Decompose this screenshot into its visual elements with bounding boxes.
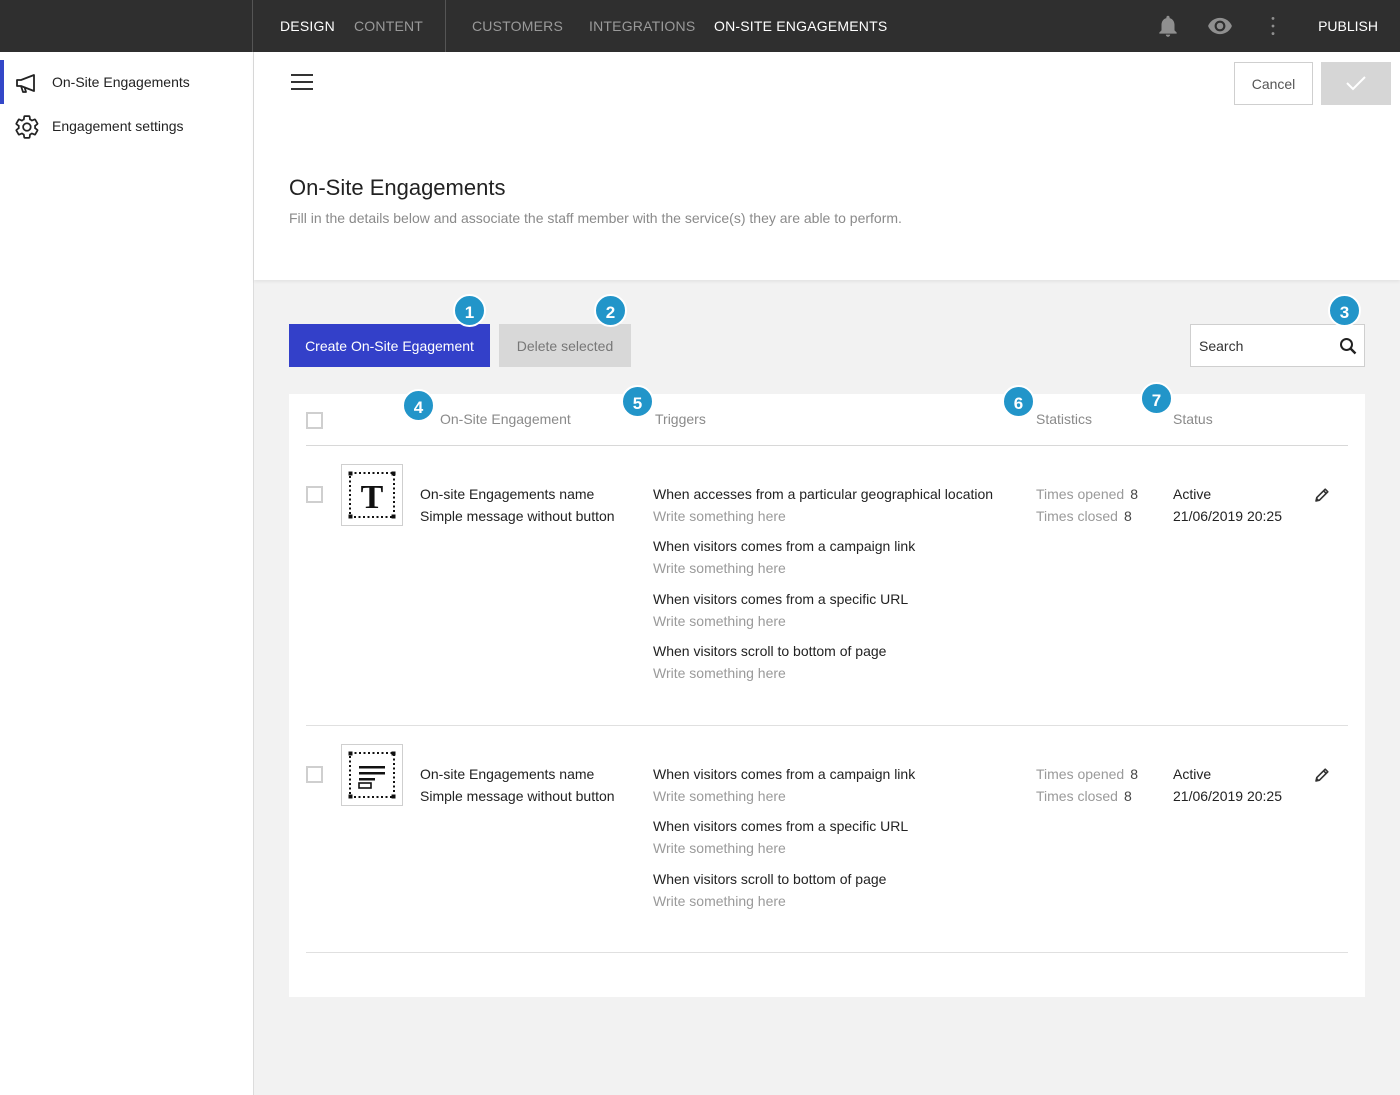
- column-header-status: Status: [1173, 411, 1213, 427]
- trigger-note: Write something here: [653, 788, 786, 804]
- confirm-button[interactable]: [1321, 62, 1391, 105]
- column-header-engagement: On-Site Engagement: [440, 411, 571, 427]
- trigger-title: When visitors comes from a specific URL: [653, 591, 909, 607]
- svg-text:T: T: [361, 479, 384, 516]
- eye-icon[interactable]: [1207, 13, 1233, 39]
- status-label: Active: [1173, 766, 1212, 782]
- trigger-item: When accesses from a particular geograph…: [653, 483, 993, 527]
- trigger-title: When visitors comes from a campaign link: [653, 538, 916, 554]
- status: Active 21/06/2019 20:25: [1173, 483, 1282, 527]
- bell-icon[interactable]: [1155, 13, 1181, 39]
- engagement-title: On-site Engagements name: [420, 486, 595, 502]
- times-opened-value: 8: [1130, 766, 1138, 782]
- delete-selected-button[interactable]: Delete selected: [499, 324, 631, 367]
- trigger-note: Write something here: [653, 508, 786, 524]
- statistics: Times opened 8 Times closed 8: [1036, 763, 1138, 807]
- trigger-item: When visitors scroll to bottom of page W…: [653, 640, 886, 684]
- engagement-title: On-site Engagements name: [420, 766, 595, 782]
- trigger-item: When visitors comes from a campaign link…: [653, 535, 915, 579]
- sidebar-item-label: On-Site Engagements: [52, 74, 190, 90]
- cancel-button[interactable]: Cancel: [1234, 62, 1313, 105]
- nav-separator: [445, 0, 446, 52]
- trigger-item: When visitors comes from a specific URL …: [653, 588, 908, 632]
- annotation-badge-4: 4: [402, 389, 435, 422]
- text-block-icon: T: [341, 464, 403, 526]
- page-header: Cancel On-Site Engagements Fill in the d…: [254, 52, 1400, 280]
- times-opened-value: 8: [1130, 486, 1138, 502]
- column-header-triggers: Triggers: [655, 411, 706, 427]
- column-header-statistics: Statistics: [1036, 411, 1093, 427]
- nav-integrations[interactable]: INTEGRATIONS: [589, 0, 695, 52]
- annotation-badge-2: 2: [594, 294, 627, 327]
- header-divider: [306, 445, 1348, 446]
- trigger-item: When visitors comes from a campaign link…: [653, 763, 915, 807]
- times-opened-label: Times opened: [1036, 766, 1125, 782]
- top-navigation-bar: DESIGN CONTENT CUSTOMERS INTEGRATIONS ON…: [0, 0, 1400, 52]
- nav-content[interactable]: CONTENT: [354, 0, 423, 52]
- pencil-icon[interactable]: [1313, 486, 1331, 504]
- times-closed-label: Times closed: [1036, 508, 1118, 524]
- sidebar-item-engagement-settings[interactable]: Engagement settings: [0, 96, 253, 140]
- status-date: 21/06/2019 20:25: [1173, 508, 1282, 524]
- trigger-note: Write something here: [653, 840, 786, 856]
- gear-icon: [15, 115, 39, 139]
- status-label: Active: [1173, 486, 1212, 502]
- trigger-note: Write something here: [653, 665, 786, 681]
- times-opened-label: Times opened: [1036, 486, 1125, 502]
- pencil-icon[interactable]: [1313, 766, 1331, 784]
- annotation-badge-3: 3: [1328, 294, 1361, 327]
- row-checkbox[interactable]: [306, 486, 323, 503]
- row-divider: [306, 952, 1348, 953]
- engagement-subtitle: Simple message without button: [420, 508, 615, 524]
- more-vertical-icon[interactable]: [1260, 13, 1286, 39]
- sidebar-item-on-site-engagements[interactable]: On-Site Engagements: [0, 52, 253, 104]
- topbar-logo-area: [0, 0, 253, 52]
- publish-button[interactable]: PUBLISH: [1318, 0, 1378, 52]
- search-icon[interactable]: [1339, 337, 1357, 355]
- trigger-title: When visitors comes from a campaign link: [653, 766, 916, 782]
- engagements-table: On-Site Engagement Triggers Statistics S…: [289, 394, 1365, 997]
- annotation-badge-7: 7: [1140, 382, 1173, 415]
- trigger-title: When accesses from a particular geograph…: [653, 486, 994, 502]
- nav-design[interactable]: DESIGN: [280, 0, 335, 52]
- create-engagement-button[interactable]: Create On-Site Egagement: [289, 324, 490, 367]
- trigger-note: Write something here: [653, 560, 786, 576]
- megaphone-icon: [16, 74, 35, 93]
- page-title: On-Site Engagements: [289, 175, 506, 200]
- trigger-note: Write something here: [653, 893, 786, 909]
- engagement-name: On-site Engagements name Simple message …: [420, 483, 615, 527]
- trigger-title: When visitors comes from a specific URL: [653, 818, 909, 834]
- times-closed-label: Times closed: [1036, 788, 1118, 804]
- trigger-item: When visitors comes from a specific URL …: [653, 815, 908, 859]
- menu-icon[interactable]: [291, 74, 313, 92]
- text-lines-icon: [341, 744, 403, 806]
- sidebar: On-Site Engagements Engagement settings: [0, 52, 254, 1095]
- trigger-note: Write something here: [653, 613, 786, 629]
- select-all-checkbox[interactable]: [306, 412, 323, 429]
- check-icon: [1346, 76, 1366, 91]
- annotation-badge-5: 5: [621, 385, 654, 418]
- sidebar-item-label: Engagement settings: [52, 118, 184, 134]
- trigger-title: When visitors scroll to bottom of page: [653, 643, 887, 659]
- nav-customers[interactable]: CUSTOMERS: [472, 0, 563, 52]
- nav-on-site-engagements[interactable]: ON-SITE ENGAGEMENTS: [714, 0, 887, 52]
- status: Active 21/06/2019 20:25: [1173, 763, 1282, 807]
- search-box[interactable]: [1190, 324, 1365, 367]
- times-closed-value: 8: [1123, 508, 1132, 524]
- trigger-item: When visitors scroll to bottom of page W…: [653, 868, 886, 912]
- search-input[interactable]: [1199, 335, 1329, 357]
- status-date: 21/06/2019 20:25: [1173, 788, 1282, 804]
- times-closed-value: 8: [1123, 788, 1132, 804]
- row-checkbox[interactable]: [306, 766, 323, 783]
- annotation-badge-6: 6: [1002, 385, 1035, 418]
- statistics: Times opened 8 Times closed 8: [1036, 483, 1138, 527]
- trigger-title: When visitors scroll to bottom of page: [653, 871, 887, 887]
- annotation-badge-1: 1: [453, 294, 486, 327]
- engagement-subtitle: Simple message without button: [420, 788, 615, 804]
- page-description: Fill in the details below and associate …: [289, 210, 902, 226]
- row-divider: [306, 725, 1348, 726]
- engagement-name: On-site Engagements name Simple message …: [420, 763, 615, 807]
